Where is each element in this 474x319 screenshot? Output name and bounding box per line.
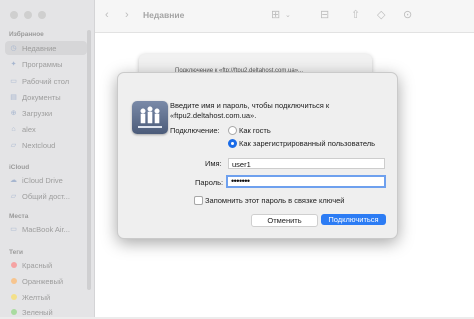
server-icon	[132, 101, 168, 134]
window-controls	[10, 11, 46, 19]
sidebar-item-macbook[interactable]: ▭ MacBook Air...	[5, 222, 87, 236]
clock-icon: ◷	[10, 45, 17, 52]
remember-password-label[interactable]: Запомнить этот пароль в связке ключей	[205, 196, 344, 205]
sidebar-item-downloads[interactable]: ⊕ Загрузки	[5, 106, 87, 120]
desktop-icon: ▭	[10, 78, 17, 85]
laptop-icon: ▭	[10, 226, 17, 233]
folder-icon: ▱	[10, 142, 17, 149]
sidebar-item-label: alex	[22, 124, 36, 134]
more-icon[interactable]: ⊙	[403, 8, 412, 21]
sidebar-item-desktop[interactable]: ▭ Рабочий стол	[5, 74, 87, 88]
minimize-window-button[interactable]	[24, 11, 32, 19]
sidebar-item-label: Красный	[22, 260, 53, 270]
name-field[interactable]: user1	[228, 158, 385, 169]
connect-button[interactable]: Подключиться	[321, 214, 386, 225]
zoom-window-button[interactable]	[38, 11, 46, 19]
orange-tag-dot-icon	[10, 278, 17, 284]
tag-icon[interactable]: ◇	[377, 8, 385, 21]
sidebar-section-tags: Теги	[9, 249, 23, 256]
close-window-button[interactable]	[10, 11, 18, 19]
chevron-down-icon[interactable]: ⌄	[285, 11, 291, 19]
sidebar-item-label: Желтый	[22, 292, 51, 302]
toolbar: ‹ › Недавние ⊞ ⌄ ⊟ ⇧ ◇ ⊙	[95, 0, 474, 33]
window-title: Недавние	[143, 10, 185, 20]
back-icon[interactable]: ‹	[105, 9, 109, 21]
registered-user-option-label[interactable]: Как зарегистрированный пользователь	[239, 139, 375, 148]
sidebar-item-label: Документы	[22, 92, 61, 102]
cloud-icon: ☁	[10, 177, 17, 184]
sidebar-item-home[interactable]: ⌂ alex	[5, 122, 87, 136]
name-label: Имя:	[205, 159, 222, 168]
sidebar-item-label: iCloud Drive	[22, 175, 63, 185]
connect-as-label: Подключение:	[170, 126, 220, 135]
sidebar-section-favorites: Избранное	[9, 31, 44, 38]
sidebar-item-label: Программы	[22, 59, 63, 69]
share-icon[interactable]: ⇧	[351, 8, 360, 21]
sidebar-item-applications[interactable]: ✦ Программы	[5, 57, 87, 71]
sidebar-item-label: Nextcloud	[22, 140, 56, 150]
sidebar-item-icloud-drive[interactable]: ☁ iCloud Drive	[5, 173, 87, 187]
group-icon[interactable]: ⊟	[320, 8, 329, 21]
sidebar-tag-red[interactable]: Красный	[5, 258, 87, 272]
grid-view-icon[interactable]: ⊞	[271, 8, 280, 21]
password-label: Пароль:	[195, 178, 224, 187]
guest-radio[interactable]	[228, 126, 237, 135]
red-tag-dot-icon	[10, 262, 17, 268]
shared-folder-icon: ▱	[10, 193, 17, 200]
sidebar-section-locations: Места	[9, 213, 29, 220]
sidebar-tag-orange[interactable]: Оранжевый	[5, 274, 87, 288]
green-tag-dot-icon	[10, 309, 17, 315]
password-field[interactable]: •••••••	[226, 175, 386, 188]
sidebar-item-label: Зеленый	[22, 307, 53, 317]
sidebar-tag-yellow[interactable]: Желтый	[5, 290, 87, 304]
download-icon: ⊕	[10, 110, 17, 117]
registered-user-radio[interactable]	[228, 139, 237, 148]
sidebar-item-label: Оранжевый	[22, 276, 64, 286]
sidebar: Избранное ◷ Недавние ✦ Программы ▭ Рабоч…	[0, 0, 95, 317]
sidebar-scrollbar[interactable]	[87, 30, 91, 290]
document-icon: ▤	[10, 94, 17, 101]
finder-window: Избранное ◷ Недавние ✦ Программы ▭ Рабоч…	[0, 0, 474, 317]
sidebar-item-label: Загрузки	[22, 108, 53, 118]
apps-icon: ✦	[10, 61, 17, 68]
login-dialog: Введите имя и пароль, чтобы подключиться…	[117, 72, 398, 239]
sidebar-item-label: MacBook Air...	[22, 224, 70, 234]
sidebar-item-label: Рабочий стол	[22, 76, 70, 86]
sidebar-item-nextcloud[interactable]: ▱ Nextcloud	[5, 138, 87, 152]
sidebar-section-icloud: iCloud	[9, 164, 30, 171]
home-icon: ⌂	[11, 125, 16, 133]
remember-password-checkbox[interactable]	[194, 196, 203, 205]
cancel-button[interactable]: Отменить	[251, 214, 318, 227]
dialog-message: Введите имя и пароль, чтобы подключиться…	[170, 101, 330, 120]
yellow-tag-dot-icon	[10, 294, 17, 300]
sidebar-item-documents[interactable]: ▤ Документы	[5, 90, 87, 104]
sidebar-item-label: Общий дост...	[22, 191, 70, 201]
forward-icon[interactable]: ›	[125, 9, 129, 21]
sidebar-item-shared[interactable]: ▱ Общий дост...	[5, 189, 87, 203]
sidebar-item-label: Недавние	[22, 43, 57, 53]
sidebar-item-recents[interactable]: ◷ Недавние	[5, 41, 87, 55]
guest-option-label[interactable]: Как гость	[239, 126, 271, 135]
